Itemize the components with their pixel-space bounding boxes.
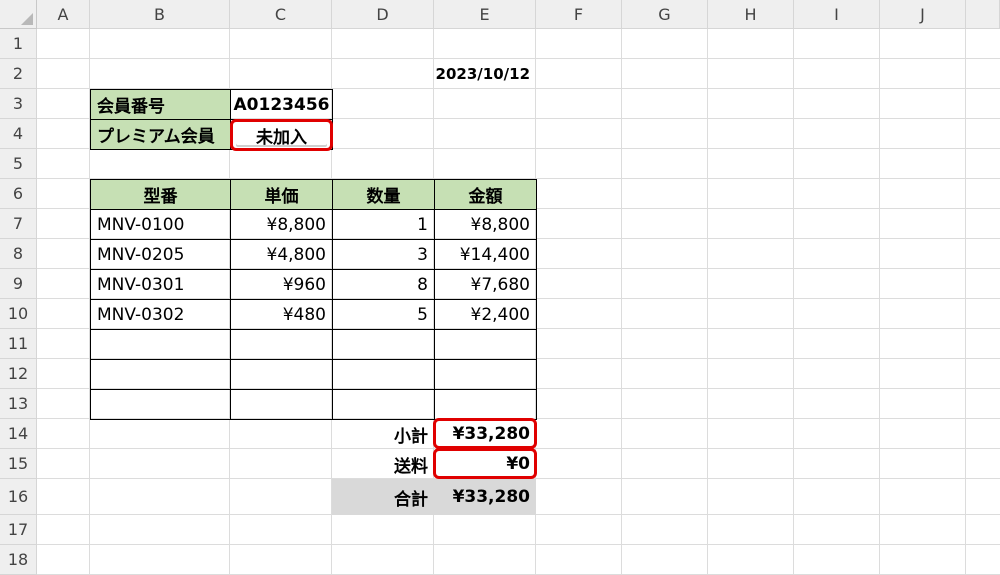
cell-b4-premium-label[interactable]: プレミアム会員 <box>90 119 231 150</box>
gridline <box>621 29 622 575</box>
gridline <box>37 544 1000 545</box>
column-header-i[interactable]: I <box>794 0 880 29</box>
column-header-c[interactable]: C <box>230 0 332 29</box>
table-cell-empty[interactable] <box>90 359 231 390</box>
subtotal-label[interactable]: 小計 <box>332 419 434 449</box>
cell-c3-member-id-value[interactable]: A0123456 <box>230 89 333 120</box>
cell-b3-member-id-label[interactable]: 会員番号 <box>90 89 231 120</box>
table-cell-price[interactable]: ¥8,800 <box>230 209 333 240</box>
column-header-f[interactable]: F <box>536 0 622 29</box>
row-header-5[interactable]: 5 <box>0 149 37 179</box>
table-cell-empty[interactable] <box>90 389 231 420</box>
table-cell-amount[interactable]: ¥14,400 <box>434 239 537 270</box>
table-cell-empty[interactable] <box>230 359 333 390</box>
table-cell-amount[interactable]: ¥8,800 <box>434 209 537 240</box>
column-header-e[interactable]: E <box>434 0 536 29</box>
row-header-18[interactable]: 18 <box>0 545 37 575</box>
row-header-10[interactable]: 10 <box>0 299 37 329</box>
gridline <box>965 29 966 575</box>
row-header-9[interactable]: 9 <box>0 269 37 299</box>
table-header-price[interactable]: 単価 <box>230 179 333 210</box>
gridline <box>879 29 880 575</box>
table-cell-qty[interactable]: 8 <box>332 269 435 300</box>
row-header-16[interactable]: 16 <box>0 479 37 515</box>
table-cell-empty[interactable] <box>90 329 231 360</box>
column-header-a[interactable]: A <box>37 0 90 29</box>
row-header-7[interactable]: 7 <box>0 209 37 239</box>
select-all-icon <box>21 13 33 25</box>
table-header-model[interactable]: 型番 <box>90 179 231 210</box>
table-cell-price[interactable]: ¥480 <box>230 299 333 330</box>
column-header-g[interactable]: G <box>622 0 708 29</box>
row-header-4[interactable]: 4 <box>0 119 37 149</box>
row-header-11[interactable]: 11 <box>0 329 37 359</box>
row-header-6[interactable]: 6 <box>0 179 37 209</box>
row-header-17[interactable]: 17 <box>0 515 37 545</box>
table-cell-amount[interactable]: ¥7,680 <box>434 269 537 300</box>
table-cell-model[interactable]: MNV-0205 <box>90 239 231 270</box>
table-cell-empty[interactable] <box>332 329 435 360</box>
row-header-1[interactable]: 1 <box>0 29 37 59</box>
shipping-label[interactable]: 送料 <box>332 449 434 479</box>
total-label[interactable]: 合計 <box>332 479 434 515</box>
row-header-14[interactable]: 14 <box>0 419 37 449</box>
table-cell-price[interactable]: ¥960 <box>230 269 333 300</box>
row-header-12[interactable]: 12 <box>0 359 37 389</box>
table-cell-empty[interactable] <box>230 389 333 420</box>
table-cell-qty[interactable]: 5 <box>332 299 435 330</box>
row-header-2[interactable]: 2 <box>0 59 37 89</box>
highlight-box-subtotal <box>433 418 537 449</box>
table-cell-model[interactable]: MNV-0301 <box>90 269 231 300</box>
table-cell-model[interactable]: MNV-0302 <box>90 299 231 330</box>
gridline <box>793 29 794 575</box>
premium-status-dropdown[interactable]: 未加入 <box>236 123 327 148</box>
table-header-amount[interactable]: 金額 <box>434 179 537 210</box>
table-cell-empty[interactable] <box>434 329 537 360</box>
table-cell-empty[interactable] <box>332 359 435 390</box>
highlight-box-shipping <box>433 448 537 479</box>
column-header-d[interactable]: D <box>332 0 434 29</box>
table-cell-qty[interactable]: 1 <box>332 209 435 240</box>
table-header-qty[interactable]: 数量 <box>332 179 435 210</box>
column-header-b[interactable]: B <box>90 0 230 29</box>
table-cell-empty[interactable] <box>332 389 435 420</box>
row-header-3[interactable]: 3 <box>0 89 37 119</box>
table-cell-model[interactable]: MNV-0100 <box>90 209 231 240</box>
column-header-j[interactable]: J <box>880 0 966 29</box>
table-cell-price[interactable]: ¥4,800 <box>230 239 333 270</box>
table-cell-empty[interactable] <box>434 359 537 390</box>
row-header-15[interactable]: 15 <box>0 449 37 479</box>
select-all-corner[interactable] <box>0 0 37 29</box>
total-value[interactable]: ¥33,280 <box>434 479 536 515</box>
table-cell-amount[interactable]: ¥2,400 <box>434 299 537 330</box>
row-header-13[interactable]: 13 <box>0 389 37 419</box>
cell-e2-date[interactable]: 2023/10/12 <box>434 59 536 89</box>
table-cell-empty[interactable] <box>434 389 537 420</box>
table-cell-qty[interactable]: 3 <box>332 239 435 270</box>
column-header-k[interactable] <box>966 0 1000 29</box>
column-header-h[interactable]: H <box>708 0 794 29</box>
table-cell-empty[interactable] <box>230 329 333 360</box>
row-header-8[interactable]: 8 <box>0 239 37 269</box>
gridline <box>707 29 708 575</box>
